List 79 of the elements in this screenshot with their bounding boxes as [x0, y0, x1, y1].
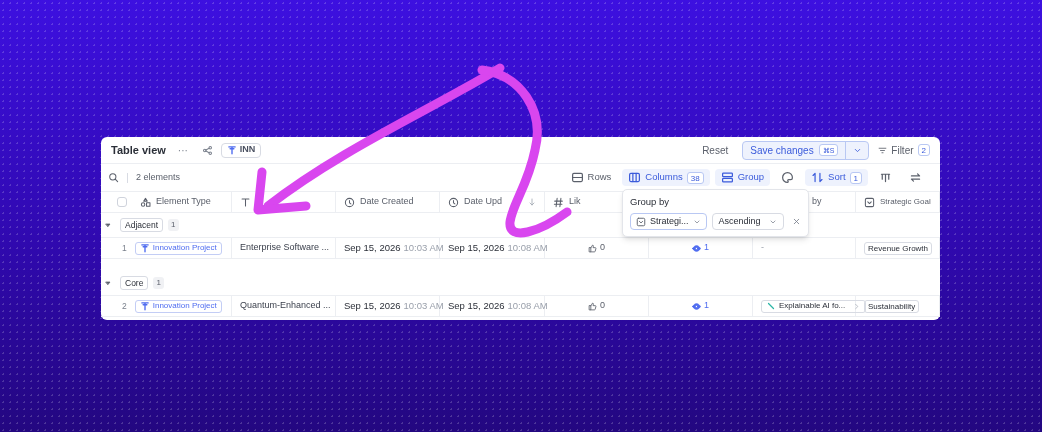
time-text: 10:03 AM: [403, 240, 444, 255]
column-header[interactable]: by: [812, 195, 822, 209]
dropdown-field-icon: [864, 196, 875, 208]
count-badge: 1: [849, 171, 862, 184]
caret-down-icon[interactable]: [104, 279, 112, 287]
element-count: 2 elements: [136, 170, 181, 184]
hash-icon: [553, 196, 564, 208]
group-field-select[interactable]: Strategi...: [630, 213, 707, 231]
tag-badge: INN: [220, 142, 262, 158]
reset-button[interactable]: Reset: [702, 142, 729, 158]
share-icon: [201, 144, 213, 156]
rows-button[interactable]: Rows: [564, 169, 618, 186]
view-title: Table view: [111, 142, 166, 158]
palette-icon: [781, 171, 795, 184]
goal-tag: Revenue Growth: [864, 241, 933, 255]
eye-icon: [692, 301, 701, 311]
count-badge: 1: [168, 219, 179, 231]
group-icon: [720, 171, 734, 184]
view-count: 1: [704, 241, 709, 255]
columns-icon: [628, 171, 642, 184]
filter-button[interactable]: Filter 2: [878, 142, 930, 158]
table-cell: Enterprise Software ...: [240, 241, 330, 255]
select-all-checkbox[interactable]: [117, 197, 127, 207]
dropdown-field-icon: [636, 216, 646, 227]
columns-button[interactable]: Columns 38: [622, 169, 710, 186]
pin-icon: [226, 145, 237, 155]
view-count: 1: [704, 299, 709, 313]
date-text: Sep 15, 2026: [344, 298, 401, 313]
table-cell: Quantum-Enhanced ...: [240, 299, 331, 313]
type-badge: Innovation Project: [134, 241, 222, 255]
link-line-icon: [767, 302, 775, 310]
popover-title: Group by: [630, 195, 671, 209]
shapes-icon: [140, 196, 151, 208]
count-badge: 2: [917, 144, 930, 156]
date-text: Sep 15, 2026: [344, 240, 401, 255]
date-text: Sep 15, 2026: [448, 240, 505, 255]
type-badge: Innovation Project: [134, 299, 222, 313]
column-header[interactable]: Lik: [569, 195, 581, 209]
more-button[interactable]: ···: [177, 142, 188, 158]
date-text: Sep 15, 2026: [448, 298, 505, 313]
pin-icon: [139, 243, 150, 253]
search-icon: [108, 172, 119, 183]
sort-icon: [811, 171, 825, 184]
hierarchy-icon: [879, 171, 892, 184]
thumbs-up-icon: [588, 243, 597, 253]
close-icon: [792, 217, 801, 227]
sort-button[interactable]: Sort 1: [805, 169, 868, 186]
eye-icon: [692, 243, 701, 253]
rows-icon: [570, 171, 584, 184]
caret-down-icon[interactable]: [104, 221, 112, 229]
group-label: Core: [120, 276, 149, 290]
group-label: Adjacent: [120, 218, 164, 232]
row-number: 2: [122, 299, 127, 313]
thumbs-up-icon: [588, 301, 597, 311]
filter-icon: [878, 145, 888, 155]
column-header[interactable]: Element Type: [156, 195, 211, 209]
column-header[interactable]: Date Upd: [464, 195, 503, 209]
time-text: 10:08 AM: [507, 298, 548, 313]
count-badge: 1: [153, 277, 164, 289]
time-text: 10:08 AM: [507, 240, 548, 255]
count-badge: 38: [686, 171, 704, 184]
like-count: 0: [600, 241, 605, 255]
like-count: 0: [600, 299, 605, 313]
sort-order-select[interactable]: Ascending: [711, 213, 784, 231]
pin-icon: [139, 301, 150, 311]
chevron-right-icon: [853, 302, 861, 310]
group-button[interactable]: Group: [714, 169, 771, 186]
text-icon: [240, 196, 251, 208]
column-header[interactable]: Date Created: [360, 195, 414, 209]
close-button[interactable]: [792, 217, 801, 227]
swap-icon: [909, 171, 922, 184]
column-header[interactable]: Strategic Goal: [880, 196, 931, 208]
clock-icon: [344, 196, 355, 208]
table-cell: -: [761, 241, 764, 255]
goal-tag: Sustainability: [864, 299, 920, 313]
clock-icon: [448, 196, 459, 208]
linked-item-chip[interactable]: Explainable AI fo...: [761, 299, 867, 313]
row-number: 1: [122, 241, 127, 255]
time-text: 10:03 AM: [403, 298, 444, 313]
